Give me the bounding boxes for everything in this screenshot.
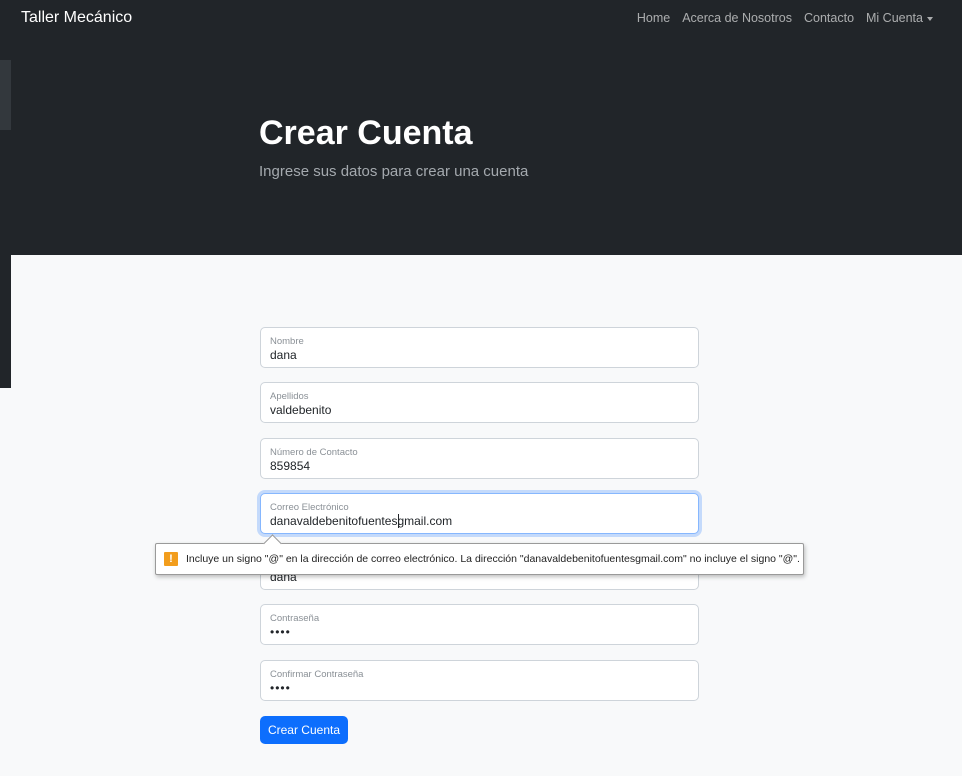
password-label: Contraseña: [270, 613, 320, 624]
correo-field[interactable]: Correo Electrónico: [260, 493, 699, 534]
navbar: Taller Mecánico Home Acerca de Nosotros …: [11, 0, 962, 38]
password-input[interactable]: [270, 625, 690, 639]
contacto-label: Número de Contacto: [270, 447, 358, 458]
nav-link-about[interactable]: Acerca de Nosotros: [682, 11, 792, 25]
contacto-field[interactable]: Número de Contacto: [260, 438, 699, 479]
caret-down-icon: [927, 16, 933, 21]
nav-link-account-label: Mi Cuenta: [866, 11, 923, 25]
tooltip-arrow: [263, 534, 282, 553]
create-account-button[interactable]: Crear Cuenta: [260, 716, 348, 744]
apellidos-field[interactable]: Apellidos: [260, 382, 699, 423]
password-field[interactable]: Contraseña: [260, 604, 699, 645]
email-validation-tooltip: ! Incluye un signo "@" en la dirección d…: [155, 534, 804, 575]
correo-label: Correo Electrónico: [270, 502, 349, 513]
warning-icon: !: [164, 552, 178, 566]
confirm-password-input[interactable]: [270, 681, 690, 695]
page-subtitle: Ingrese sus datos para crear una cuenta: [259, 163, 529, 180]
navbar-brand[interactable]: Taller Mecánico: [21, 9, 132, 27]
left-edge-strip-highlight: [0, 60, 11, 130]
nombre-label: Nombre: [270, 336, 304, 347]
nombre-field[interactable]: Nombre: [260, 327, 699, 368]
confirm-password-field[interactable]: Confirmar Contraseña: [260, 660, 699, 701]
left-edge-strip: [0, 0, 11, 388]
nav-links: Home Acerca de Nosotros Contacto Mi Cuen…: [637, 11, 933, 25]
text-cursor: [398, 514, 399, 528]
validation-message: Incluye un signo "@" en la dirección de …: [186, 553, 800, 565]
page-header: Crear Cuenta Ingrese sus datos para crea…: [11, 38, 962, 255]
apellidos-label: Apellidos: [270, 391, 309, 402]
confirm-password-label: Confirmar Contraseña: [270, 669, 364, 680]
correo-input[interactable]: [270, 514, 690, 528]
nav-link-contact[interactable]: Contacto: [804, 11, 854, 25]
contacto-input[interactable]: [270, 459, 690, 473]
apellidos-input[interactable]: [270, 403, 690, 417]
page-title: Crear Cuenta: [259, 114, 473, 152]
nav-link-home[interactable]: Home: [637, 11, 670, 25]
nav-link-account-dropdown[interactable]: Mi Cuenta: [866, 11, 933, 25]
nombre-input[interactable]: [270, 348, 690, 362]
